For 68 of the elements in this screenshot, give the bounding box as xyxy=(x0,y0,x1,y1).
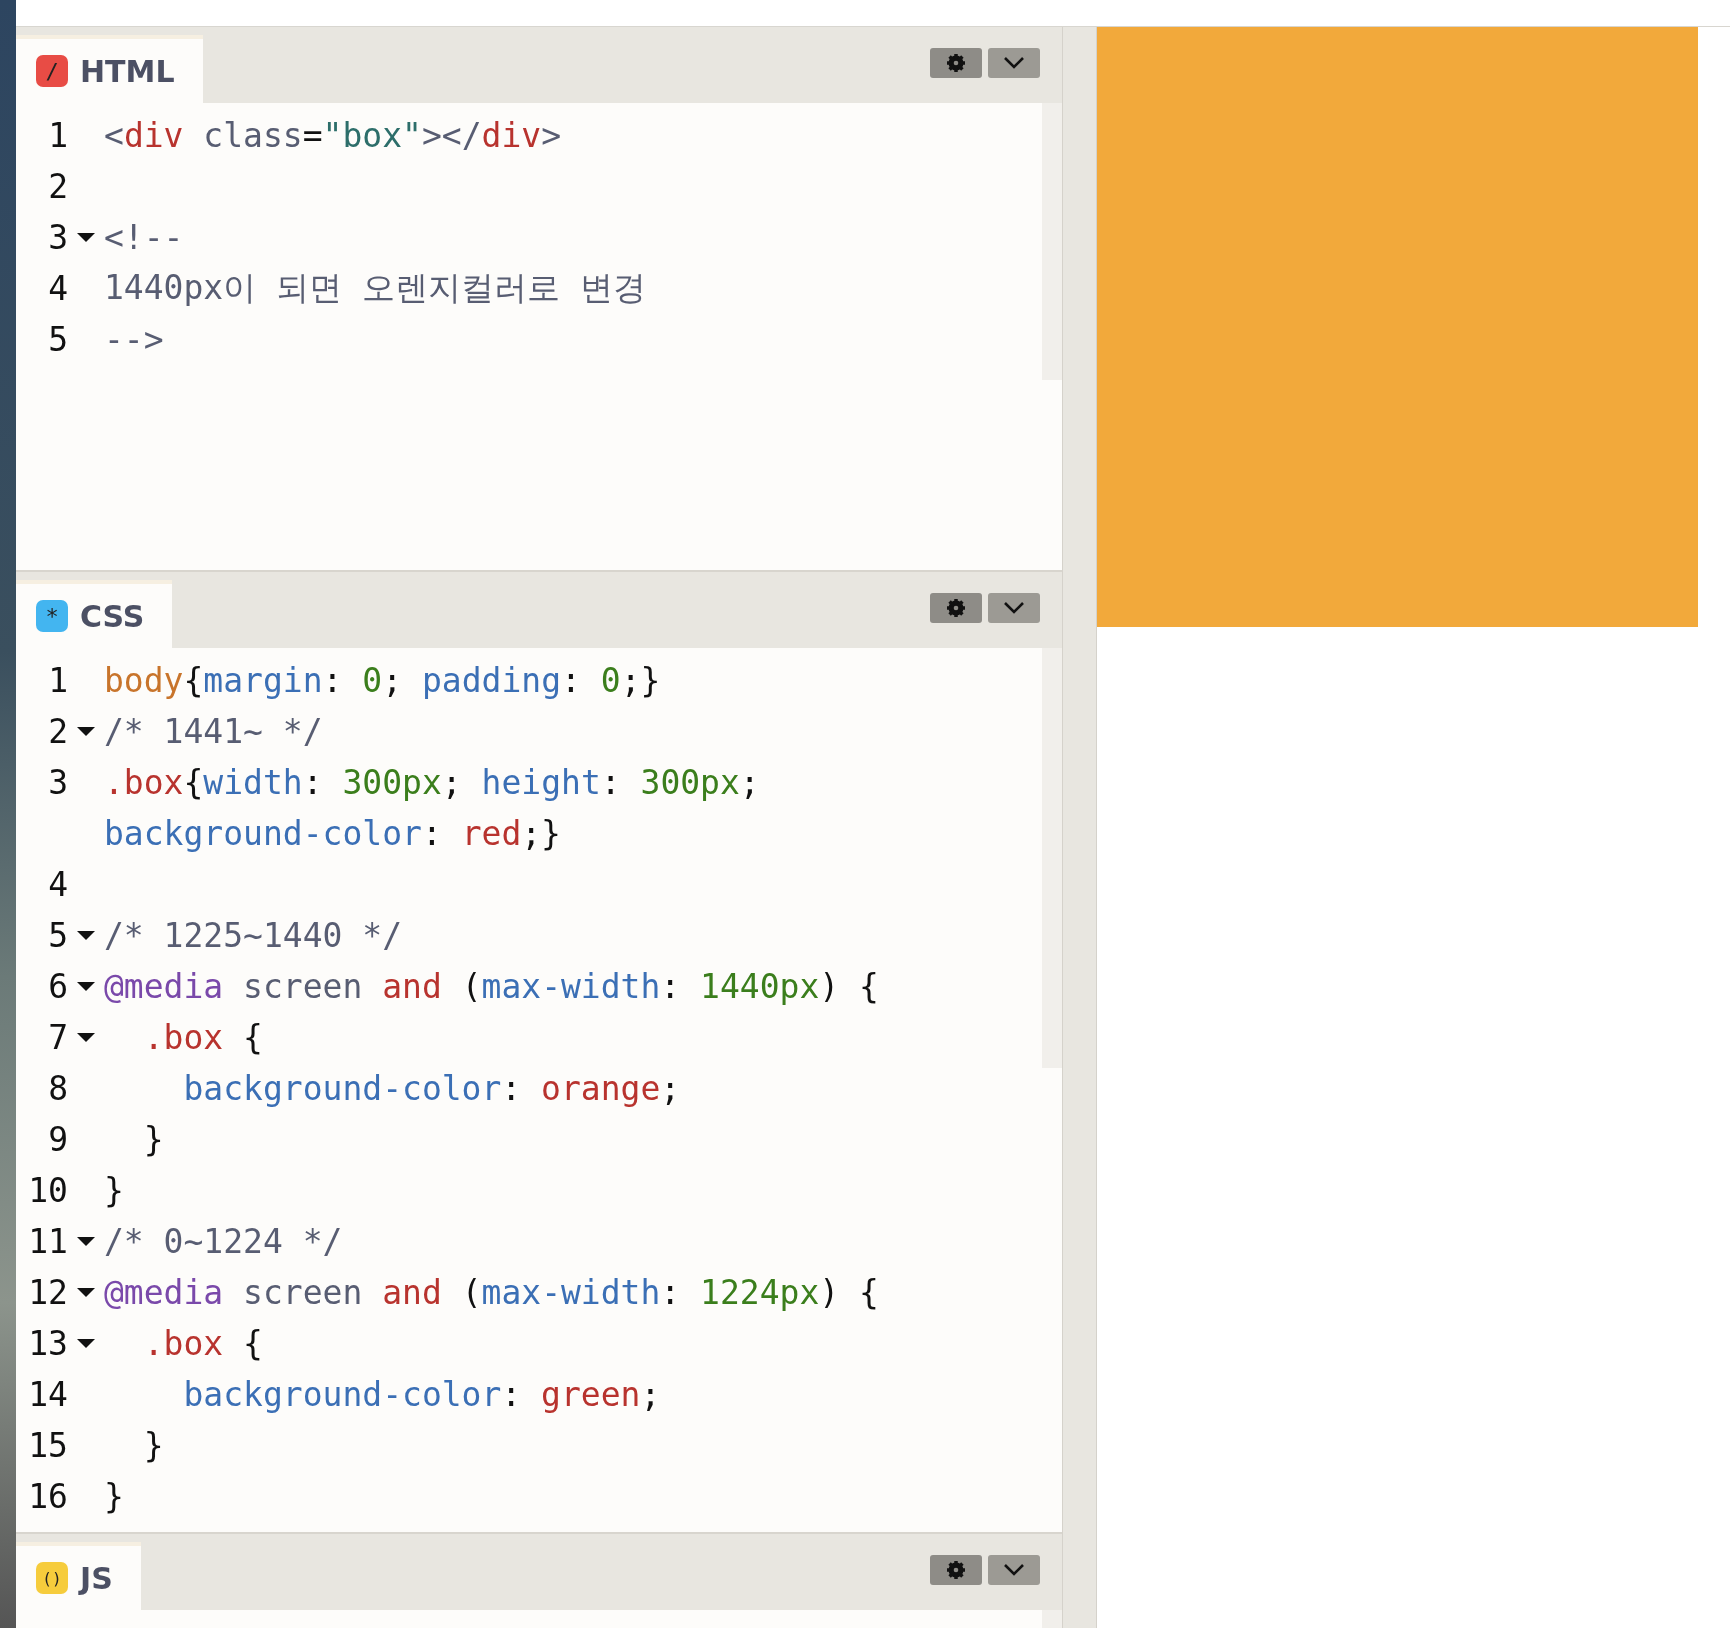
line-number: 15 xyxy=(27,1426,68,1466)
code-line: .box { xyxy=(142,1324,263,1364)
editor-tab[interactable]: / HTML xyxy=(16,35,203,103)
code-line: <div class="box"></div> xyxy=(104,116,561,155)
chevron-down-icon xyxy=(1004,602,1024,615)
language-icon: * xyxy=(36,600,68,633)
line-number: 2 xyxy=(47,712,68,752)
fold-arrow-icon[interactable] xyxy=(77,931,95,941)
fold-arrow-icon[interactable] xyxy=(77,1288,95,1298)
code-line: } xyxy=(104,1477,124,1517)
line-number: 4 xyxy=(47,269,68,308)
fold-arrow-icon[interactable] xyxy=(77,982,95,992)
line-number: 1 xyxy=(47,661,68,701)
code-line: background-color: orange; xyxy=(182,1069,681,1109)
code-line: --> xyxy=(104,320,164,359)
fold-arrow-icon[interactable] xyxy=(77,1237,95,1247)
code-line: background-color: green; xyxy=(182,1375,661,1415)
line-number: 2 xyxy=(47,167,68,206)
resize-handle[interactable] xyxy=(1062,27,1097,1628)
chevron-down-icon xyxy=(1004,1564,1024,1576)
line-number: 12 xyxy=(27,1273,68,1313)
fold-arrow-icon[interactable] xyxy=(77,727,95,737)
line-number: 3 xyxy=(47,218,68,257)
line-number: 8 xyxy=(47,1069,68,1109)
code-line: <!-- xyxy=(104,218,184,257)
fold-arrow-icon[interactable] xyxy=(77,1033,95,1043)
code-line: @media screen and (max-width: 1224px) { xyxy=(104,1273,879,1313)
line-number: 3 xyxy=(47,763,68,803)
code-line: /* 1441~ */ xyxy=(104,712,323,752)
line-number: 5 xyxy=(47,916,68,956)
code-line: } xyxy=(142,1120,164,1160)
line-number: 6 xyxy=(47,967,68,1007)
line-number: 13 xyxy=(27,1324,68,1364)
code-line: /* 1225~1440 */ xyxy=(104,916,402,956)
settings-icon xyxy=(947,599,965,618)
code-line: body{margin: 0; padding: 0;} xyxy=(104,661,661,701)
editor-tab[interactable]: * CSS xyxy=(16,580,173,649)
fold-arrow-icon[interactable] xyxy=(77,233,95,242)
line-number: 1 xyxy=(47,116,68,155)
language-icon: () xyxy=(36,1562,68,1594)
code-line: .box { xyxy=(142,1018,263,1058)
line-number: 7 xyxy=(47,1018,68,1058)
collapse-button[interactable] xyxy=(988,1555,1040,1585)
line-number: 14 xyxy=(27,1375,68,1415)
chevron-down-icon xyxy=(1004,57,1024,69)
code-line: @media screen and (max-width: 1440px) { xyxy=(104,967,879,1007)
line-number: 9 xyxy=(47,1120,68,1160)
collapse-button[interactable] xyxy=(988,593,1040,624)
line-number: 4 xyxy=(47,865,68,905)
line-number: 16 xyxy=(27,1477,68,1517)
code-line: } xyxy=(104,1171,124,1211)
settings-button[interactable] xyxy=(930,593,982,624)
code-line: .box{width: 300px; height: 300px; xyxy=(104,763,760,803)
editor-tab[interactable]: () JS xyxy=(16,1542,141,1610)
code-line: } xyxy=(142,1426,164,1466)
language-icon: / xyxy=(36,55,68,87)
collapse-button[interactable] xyxy=(988,48,1040,78)
code-line: 1440px이 되면 오렌지컬러로 변경 xyxy=(104,267,646,309)
settings-icon xyxy=(947,1561,965,1579)
settings-button[interactable] xyxy=(930,1555,982,1585)
line-number: 5 xyxy=(47,320,68,359)
line-number: 10 xyxy=(27,1171,68,1211)
settings-button[interactable] xyxy=(930,48,982,78)
fold-arrow-icon[interactable] xyxy=(77,1339,95,1349)
code-line: /* 0~1224 */ xyxy=(104,1222,343,1262)
line-number: 11 xyxy=(27,1222,68,1262)
settings-icon xyxy=(947,54,965,72)
code-line: background-color: red;} xyxy=(104,814,561,854)
